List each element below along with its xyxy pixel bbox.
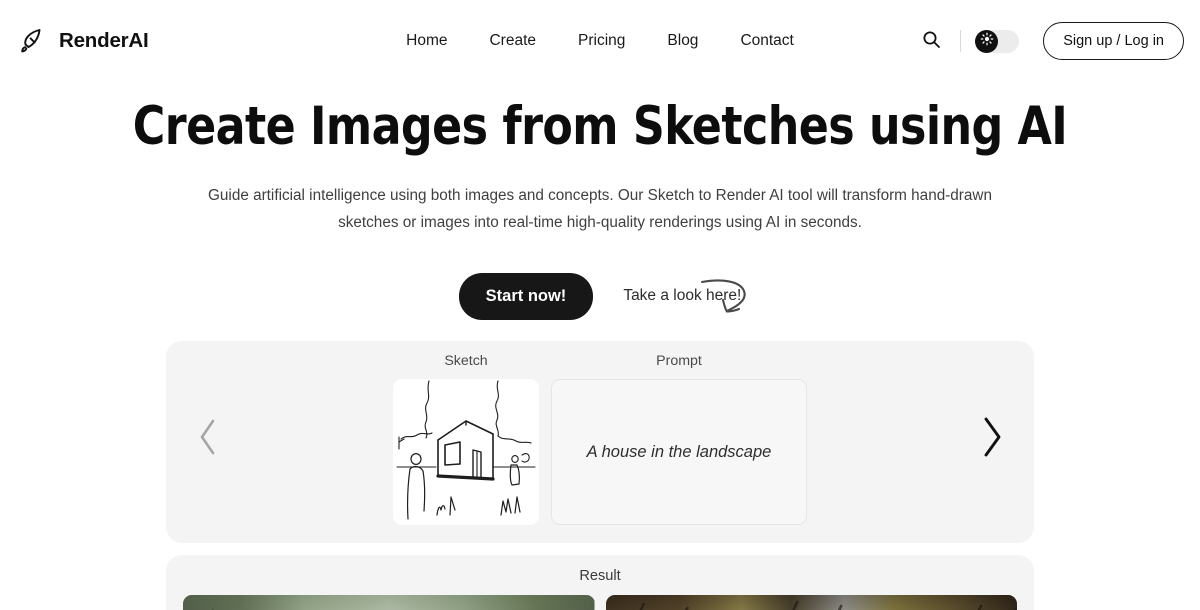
house-sketch-drawing (393, 379, 539, 525)
start-now-button[interactable]: Start now! (458, 272, 594, 320)
sketch-card[interactable] (393, 379, 539, 526)
header-divider (960, 30, 962, 52)
search-button[interactable] (914, 24, 948, 58)
prompt-label: Prompt (656, 353, 702, 370)
hero-section: Create Images from Sketches using AI Gui… (0, 82, 1200, 320)
page-title: Create Images from Sketches using AI (132, 96, 1068, 157)
brand-logo[interactable]: RenderAI (18, 26, 149, 56)
prompt-box[interactable]: A house in the landscape (551, 379, 807, 526)
brand-name: RenderAI (59, 29, 149, 52)
signup-login-button[interactable]: Sign up / Log in (1043, 22, 1184, 60)
sketch-column: Sketch (393, 353, 539, 526)
nav-item-pricing[interactable]: Pricing (557, 26, 646, 56)
cta-row: Start now! Take a look here! (0, 272, 1200, 320)
sun-icon (980, 32, 994, 51)
result-label: Result (579, 568, 621, 585)
theme-toggle[interactable] (975, 29, 1020, 53)
nav-item-blog[interactable]: Blog (646, 26, 719, 56)
carousel-prev-button[interactable] (186, 409, 230, 469)
prompt-text: A house in the landscape (586, 442, 772, 461)
rocket-icon (18, 26, 48, 56)
sketch-prompt-panel: Sketch Prompt A house in the landscape (166, 341, 1034, 544)
sketch-label: Sketch (444, 353, 488, 370)
search-icon (922, 30, 941, 52)
nav-item-home[interactable]: Home (385, 26, 468, 56)
take-a-look-note: Take a look here! (623, 287, 742, 305)
result-image-2[interactable] (605, 595, 1017, 610)
chevron-left-icon (197, 417, 219, 462)
result-panel: Result (166, 555, 1034, 610)
prompt-column: Prompt A house in the landscape (551, 353, 807, 526)
result-image-1[interactable] (183, 595, 595, 610)
nav-item-create[interactable]: Create (468, 26, 557, 56)
carousel-next-button[interactable] (970, 409, 1014, 469)
sketch-prompt-pair: Sketch Prompt A house in the landscape (393, 353, 807, 526)
hero-subtitle: Guide artificial intelligence using both… (208, 187, 992, 231)
site-header: RenderAI Home Create Pricing Blog Contac… (0, 0, 1200, 82)
header-actions: Sign up / Log in (914, 22, 1184, 60)
result-images-row (183, 595, 1017, 610)
nav-item-contact[interactable]: Contact (719, 26, 814, 56)
toggle-knob (975, 29, 999, 53)
chevron-right-icon (980, 415, 1004, 464)
